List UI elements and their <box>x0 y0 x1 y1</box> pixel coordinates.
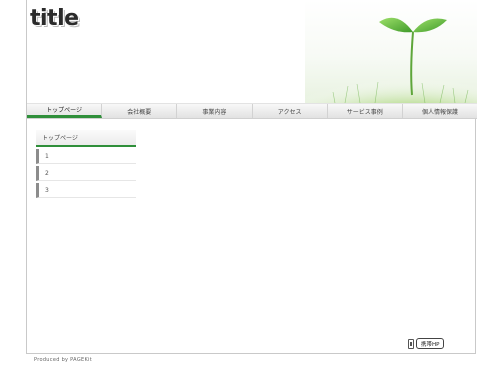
sidebar-item-1[interactable]: 1 <box>36 149 136 164</box>
nav-item-privacy[interactable]: 個人情報保護 <box>403 104 477 118</box>
hero-sprout-image <box>305 0 477 103</box>
nav-item-access[interactable]: アクセス <box>253 104 328 118</box>
sidebar-item-3[interactable]: 3 <box>36 183 136 198</box>
nav-item-top-page[interactable]: トップページ <box>27 104 103 118</box>
mobile-phone-icon <box>408 338 414 349</box>
footer-credit: Produced by PAGEKit <box>34 357 92 363</box>
sidebar-item-2[interactable]: 2 <box>36 166 136 181</box>
nav-item-company[interactable]: 会社概要 <box>102 104 178 118</box>
nav-item-business[interactable]: 事業内容 <box>177 104 253 118</box>
page-frame: title トップページ 会社概要 事業内容 アクセス サービス事例 個人情報保… <box>26 0 477 354</box>
sidebar-menu: トップページ 1 2 3 <box>36 130 136 198</box>
main-nav: トップページ 会社概要 事業内容 アクセス サービス事例 個人情報保護 <box>27 103 477 119</box>
mobile-site-button[interactable]: 携帯HP <box>416 338 445 349</box>
sidebar-heading: トップページ <box>36 130 136 147</box>
site-logo[interactable]: title <box>30 6 79 31</box>
mobile-site-link[interactable]: 携帯HP <box>408 338 445 349</box>
nav-item-service-cases[interactable]: サービス事例 <box>328 104 403 118</box>
